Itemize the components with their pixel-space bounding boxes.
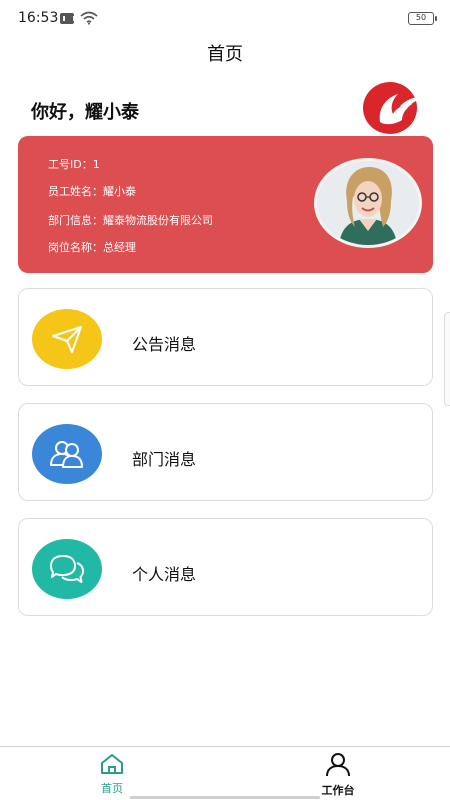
profile-card: 工号ID：1 员工姓名：耀小泰 部门信息：耀泰物流股份有限公司 岗位名称：总经理 [18, 136, 433, 273]
paper-plane-icon [52, 326, 82, 353]
company-logo [363, 82, 423, 134]
employee-name-value: 耀小泰 [103, 185, 136, 198]
avatar-portrait [317, 161, 419, 245]
position-value: 总经理 [103, 241, 136, 254]
department-icon-circle [32, 424, 102, 484]
user-icon [326, 753, 350, 777]
info-row-position: 岗位名称：总经理 [48, 239, 136, 255]
position-label: 岗位名称： [48, 241, 103, 254]
home-icon [101, 754, 123, 774]
nav-item-workbench[interactable]: 工作台 [298, 753, 378, 798]
notice-message-card[interactable]: 公告消息 [18, 288, 433, 386]
info-row-employee-id: 工号ID：1 [48, 156, 100, 172]
bottom-nav: 首页 工作台 [0, 746, 450, 800]
greeting-text: 你好，耀小泰 [31, 102, 139, 123]
status-icons [60, 11, 98, 25]
status-bar: 16:53 50 [0, 0, 450, 36]
department-message-card[interactable]: 部门消息 [18, 403, 433, 501]
employee-name-label: 员工姓名： [48, 185, 103, 198]
status-time: 16:53 [18, 10, 59, 26]
info-row-department: 部门信息：耀泰物流股份有限公司 [48, 212, 213, 228]
personal-message-label: 个人消息 [132, 565, 197, 584]
notice-message-label: 公告消息 [132, 335, 197, 354]
personal-icon-circle [32, 539, 102, 599]
notice-icon-circle [32, 309, 102, 369]
side-drawer-handle[interactable] [444, 312, 450, 406]
page-title: 首页 [207, 44, 243, 65]
wifi-icon [80, 11, 98, 25]
group-users-icon [50, 441, 83, 468]
employee-id-value: 1 [92, 158, 100, 171]
info-row-employee-name: 员工姓名：耀小泰 [48, 183, 136, 199]
message-icon [60, 12, 75, 24]
avatar [314, 158, 422, 248]
employee-id-label: 工号ID： [48, 158, 93, 171]
department-value: 耀泰物流股份有限公司 [103, 214, 213, 227]
department-label: 部门信息： [48, 214, 103, 227]
nav-label-home: 首页 [101, 782, 123, 795]
department-message-label: 部门消息 [132, 450, 197, 469]
personal-message-card[interactable]: 个人消息 [18, 518, 433, 616]
chat-bubbles-icon [50, 555, 84, 583]
battery-icon: 50 [408, 12, 437, 25]
nav-item-home[interactable]: 首页 [72, 753, 152, 796]
home-indicator [130, 796, 320, 799]
